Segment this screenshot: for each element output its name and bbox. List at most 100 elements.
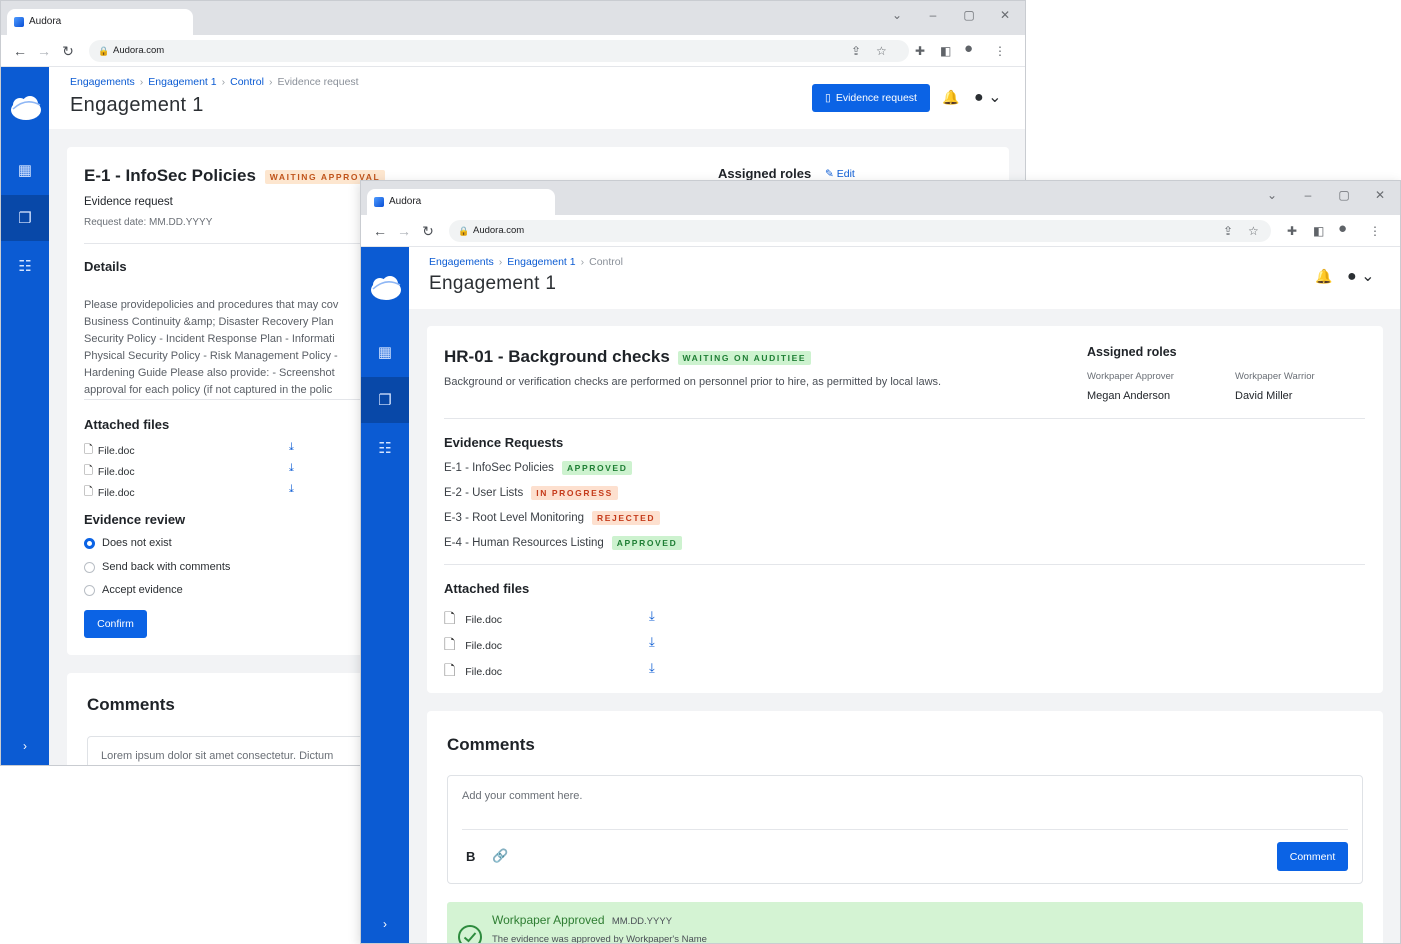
download-icon[interactable]: ⤓	[649, 660, 655, 676]
back-arrow-icon[interactable]: ←	[11, 41, 29, 61]
download-icon[interactable]: ⤓	[649, 634, 655, 650]
evidence-request-name: E-1 - InfoSec Policies	[444, 462, 554, 475]
evidence-request-name: E-3 - Root Level Monitoring	[444, 512, 584, 525]
comment-submit-button[interactable]: Comment	[1277, 842, 1348, 871]
maximize-icon[interactable]: ▢	[959, 7, 979, 23]
minimize-icon[interactable]: –	[1298, 187, 1318, 203]
tab-strip: Audora ⌄ – ▢ ✕	[361, 181, 1400, 215]
download-icon[interactable]: ⤓	[649, 608, 655, 624]
file-row[interactable]: 🗋 File.doc	[84, 441, 135, 460]
bell-icon[interactable]: 🔔	[942, 89, 959, 106]
details-line: Please providepolicies and procedures th…	[84, 299, 339, 311]
dashboard-nav-icon[interactable]: ▦	[361, 329, 409, 375]
extensions-icon[interactable]: ✚	[915, 42, 925, 60]
bookmark-star-icon[interactable]: ☆	[876, 42, 887, 60]
page-header: Engagements › Engagement 1 › Control Engagem…	[409, 247, 1400, 309]
role-title: Workpaper Approver	[1087, 371, 1174, 382]
breadcrumb-control[interactable]: Control	[230, 76, 264, 88]
profile-icon[interactable]: ●	[964, 40, 973, 58]
file-row[interactable]: 🗋 File.doc	[444, 608, 502, 632]
bell-icon[interactable]: 🔔	[1315, 268, 1332, 285]
check-circle-icon	[458, 925, 482, 943]
download-icon[interactable]: ⤓	[289, 483, 294, 496]
evidence-request-label: Evidence request	[835, 92, 917, 104]
breadcrumb-engagements[interactable]: Engagements	[429, 256, 494, 268]
lock-icon: 🔒	[98, 46, 110, 56]
forward-arrow-icon[interactable]: →	[395, 221, 413, 241]
radio-icon	[84, 561, 95, 573]
file-row[interactable]: 🗋 File.doc	[84, 483, 135, 502]
checklist-nav-icon[interactable]: ☷	[1, 243, 49, 289]
share-icon[interactable]: ⇪	[1223, 222, 1233, 240]
reload-icon[interactable]: ↻	[419, 221, 437, 241]
download-icon[interactable]: ⤓	[289, 441, 294, 454]
card-title: E-1 - InfoSec Policies	[84, 166, 256, 185]
evidence-request-item[interactable]: E-3 - Root Level Monitoring REJECTED	[444, 511, 661, 525]
bookmark-star-icon[interactable]: ☆	[1248, 222, 1259, 240]
radio-label: Does not exist	[102, 537, 172, 549]
account-menu-icon[interactable]: ● ⌄	[1347, 266, 1375, 286]
page-title: Engagement 1	[70, 94, 204, 116]
url-input[interactable]: 🔒 Audora.com	[449, 220, 1271, 242]
download-icon[interactable]: ⤓	[289, 462, 294, 475]
cloud-logo-icon	[371, 276, 401, 300]
reload-icon[interactable]: ↻	[59, 41, 77, 61]
maximize-icon[interactable]: ▢	[1334, 187, 1354, 203]
edit-roles-link[interactable]: ✎ Edit	[825, 168, 855, 180]
profile-icon[interactable]: ●	[1338, 220, 1347, 238]
extensions-icon[interactable]: ✚	[1287, 222, 1297, 240]
back-arrow-icon[interactable]: ←	[371, 221, 389, 241]
breadcrumb-engagement[interactable]: Engagement 1	[507, 256, 575, 268]
kebab-menu-icon[interactable]: ⋮	[1369, 222, 1381, 240]
expand-sidebar-icon[interactable]: ›	[361, 917, 409, 931]
radio-label: Send back with comments	[102, 561, 231, 573]
account-menu-icon[interactable]: ● ⌄	[974, 87, 1002, 107]
radio-accept[interactable]: Accept evidence	[84, 584, 183, 596]
dashboard-nav-icon[interactable]: ▦	[1, 147, 49, 193]
documents-nav-icon[interactable]: ❐	[361, 377, 409, 423]
control-card: HR-01 - Background checks WAITING ON AUD…	[427, 326, 1383, 693]
kebab-menu-icon[interactable]: ⋮	[994, 42, 1006, 60]
role-person: Megan Anderson	[1087, 390, 1171, 402]
file-row[interactable]: 🗋 File.doc	[444, 660, 502, 684]
file-icon: 🗋	[84, 465, 93, 477]
browser-tab[interactable]: Audora	[7, 9, 193, 35]
side-panel-icon[interactable]: ◧	[940, 42, 951, 60]
tab-search-icon[interactable]: ⌄	[1262, 187, 1282, 203]
divider	[84, 399, 376, 400]
radio-selected-icon	[84, 537, 95, 549]
url-input[interactable]: 🔒 Audora.com	[89, 40, 909, 62]
card-title: HR-01 - Background checks	[444, 347, 670, 366]
close-icon[interactable]: ✕	[995, 7, 1015, 23]
evidence-request-item[interactable]: E-1 - InfoSec Policies APPROVED	[444, 461, 633, 475]
bold-icon[interactable]: B	[466, 849, 475, 864]
checklist-nav-icon[interactable]: ☷	[361, 425, 409, 471]
evidence-request-item[interactable]: E-2 - User Lists IN PROGRESS	[444, 486, 618, 500]
radio-send-back[interactable]: Send back with comments	[84, 561, 230, 573]
file-row[interactable]: 🗋 File.doc	[84, 462, 135, 481]
browser-tab[interactable]: Audora	[367, 189, 555, 215]
minimize-icon[interactable]: –	[923, 7, 943, 23]
card-description: Background or verification checks are pe…	[444, 376, 942, 388]
evidence-request-name: E-4 - Human Resources Listing	[444, 537, 604, 550]
favicon-icon	[14, 17, 24, 27]
expand-sidebar-icon[interactable]: ›	[1, 739, 49, 753]
tab-search-icon[interactable]: ⌄	[887, 7, 907, 23]
evidence-request-button[interactable]: ▯ Evidence request	[812, 84, 930, 112]
breadcrumb-engagement[interactable]: Engagement 1	[148, 76, 216, 88]
comment-input[interactable]: Add your comment here.	[462, 790, 582, 802]
file-row[interactable]: 🗋 File.doc	[444, 634, 502, 658]
file-icon: 🗋	[84, 444, 93, 456]
side-panel-icon[interactable]: ◧	[1313, 222, 1324, 240]
forward-arrow-icon[interactable]: →	[35, 41, 53, 61]
link-icon[interactable]: 🔗	[492, 848, 508, 864]
evidence-request-item[interactable]: E-4 - Human Resources Listing APPROVED	[444, 536, 683, 550]
share-icon[interactable]: ⇪	[851, 42, 861, 60]
tab-strip: Audora ⌄ – ▢ ✕	[1, 1, 1025, 35]
radio-does-not-exist[interactable]: Does not exist	[84, 537, 172, 549]
breadcrumb-engagements[interactable]: Engagements	[70, 76, 135, 88]
radio-label: Accept evidence	[102, 584, 183, 596]
documents-nav-icon[interactable]: ❐	[1, 195, 49, 241]
confirm-button[interactable]: Confirm	[84, 610, 147, 638]
close-icon[interactable]: ✕	[1370, 187, 1390, 203]
